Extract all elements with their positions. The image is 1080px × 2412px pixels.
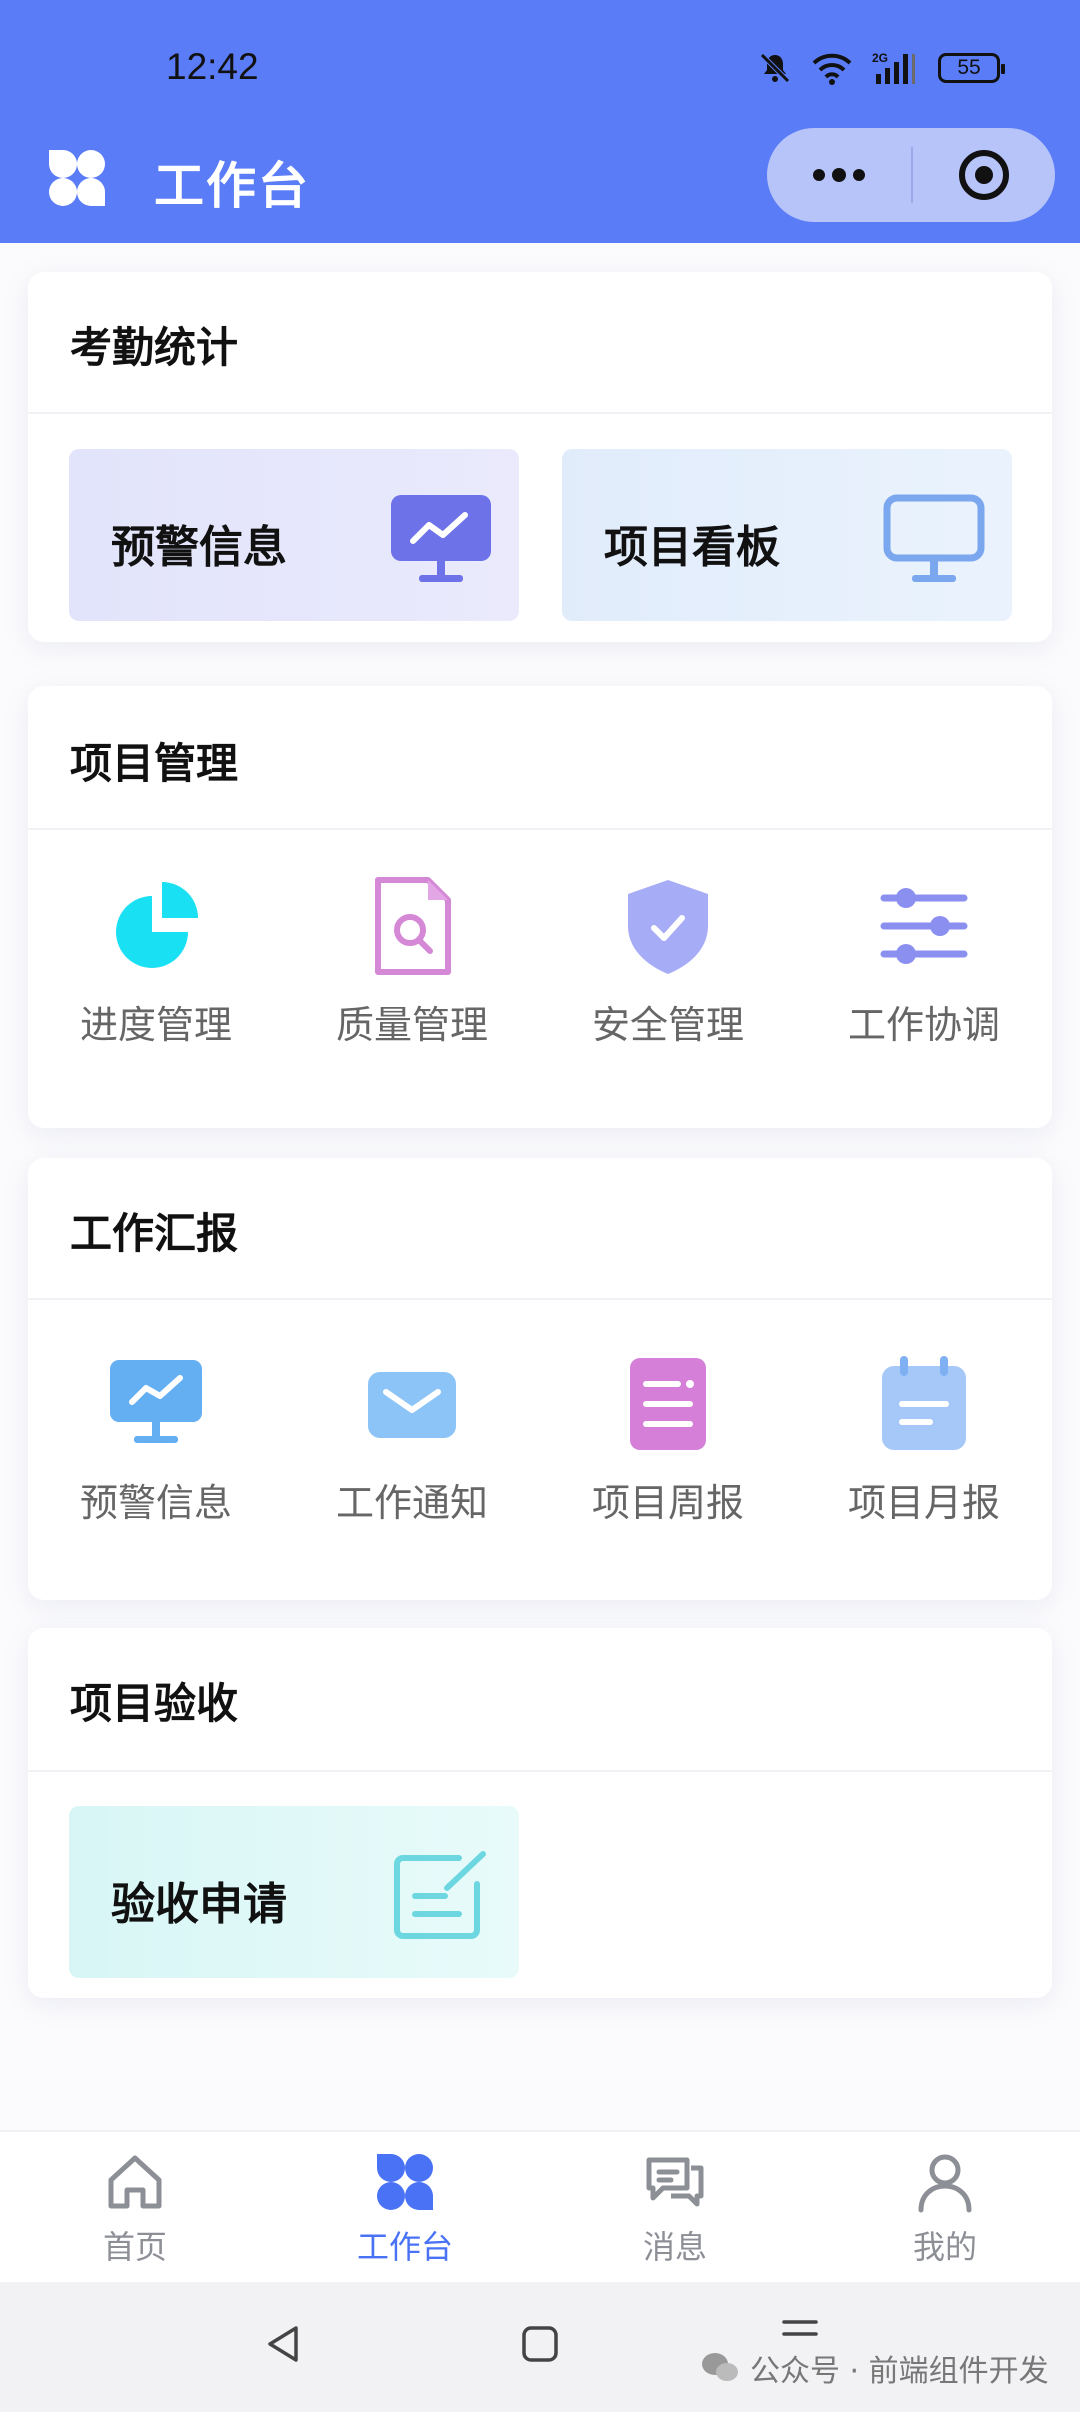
nav-home[interactable]: 首页 bbox=[35, 2150, 235, 2268]
tile-label: 预警信息 bbox=[111, 522, 287, 573]
home-square-icon[interactable] bbox=[518, 2322, 562, 2366]
section-title: 工作汇报 bbox=[70, 1209, 239, 1258]
shield-check-icon bbox=[628, 880, 708, 974]
grid-label: 项目周报 bbox=[591, 1481, 744, 1525]
monitor-icon bbox=[883, 494, 985, 582]
nav-label: 我的 bbox=[912, 2228, 977, 2266]
grid-item-weekly[interactable]: 项目周报 bbox=[540, 1354, 796, 1527]
grid-label: 工作协调 bbox=[847, 1003, 1000, 1047]
status-icons: 2G 55 bbox=[758, 46, 1005, 90]
monitor-chart-icon bbox=[110, 1360, 202, 1443]
target-circle-icon bbox=[959, 150, 1009, 200]
grid-label: 项目月报 bbox=[847, 1481, 1000, 1525]
nav-label: 工作台 bbox=[356, 2228, 453, 2266]
section-title: 项目验收 bbox=[70, 1679, 239, 1728]
close-button[interactable] bbox=[913, 128, 1055, 222]
four-petal-grid-icon bbox=[49, 150, 105, 206]
nav-profile[interactable]: 我的 bbox=[845, 2150, 1045, 2268]
nav-label: 首页 bbox=[102, 2228, 167, 2266]
more-button[interactable] bbox=[767, 128, 911, 222]
project-management-card: 项目管理 进度管理 质量管理 安全管理 工作协调 bbox=[28, 686, 1052, 1128]
grid-item-safety[interactable]: 安全管理 bbox=[540, 876, 796, 1049]
nav-workbench[interactable]: 工作台 bbox=[305, 2150, 505, 2268]
divider bbox=[28, 1770, 1052, 1772]
divider bbox=[28, 412, 1052, 414]
mute-bell-icon bbox=[760, 53, 790, 83]
tile-project-board[interactable]: 项目看板 bbox=[562, 449, 1012, 621]
more-dots-icon bbox=[813, 168, 865, 182]
pie-chart-icon bbox=[116, 882, 198, 968]
watermark: 公众号 · 前端组件开发 bbox=[700, 2346, 1049, 2390]
wechat-icon bbox=[702, 2353, 738, 2381]
grid-item-progress[interactable]: 进度管理 bbox=[28, 876, 284, 1049]
divider bbox=[28, 828, 1052, 830]
grid-item-monthly[interactable]: 项目月报 bbox=[796, 1354, 1052, 1527]
watermark-text: 公众号 · 前端组件开发 bbox=[750, 2354, 1049, 2389]
home-icon bbox=[108, 2155, 162, 2209]
grid-item-notice[interactable]: 工作通知 bbox=[284, 1354, 540, 1527]
signal-icon: 2G bbox=[872, 51, 915, 84]
envelope-icon bbox=[368, 1372, 456, 1438]
section-title: 项目管理 bbox=[70, 739, 239, 788]
nav-label: 消息 bbox=[642, 2228, 707, 2266]
wifi-icon bbox=[812, 53, 852, 85]
page-title: 工作台 bbox=[154, 157, 310, 215]
nav-messages[interactable]: 消息 bbox=[575, 2150, 775, 2268]
tile-warning-info[interactable]: 预警信息 bbox=[69, 449, 519, 621]
mini-program-capsule bbox=[767, 128, 1055, 222]
attendance-card: 考勤统计 预警信息 项目看板 bbox=[28, 272, 1052, 642]
grid-item-quality[interactable]: 质量管理 bbox=[284, 876, 540, 1049]
grid-label: 质量管理 bbox=[335, 1003, 488, 1047]
bottom-navigation: 首页 工作台 消息 我的 bbox=[0, 2130, 1080, 2282]
tile-label: 验收申请 bbox=[111, 1879, 287, 1930]
grid-label: 工作通知 bbox=[335, 1481, 488, 1525]
four-petal-grid-icon bbox=[377, 2154, 433, 2210]
status-time: 12:42 bbox=[166, 46, 259, 87]
tile-acceptance-request[interactable]: 验收申请 bbox=[69, 1806, 519, 1978]
grid-item-warning[interactable]: 预警信息 bbox=[28, 1354, 284, 1527]
sliders-icon bbox=[880, 888, 968, 964]
battery-indicator: 55 bbox=[938, 53, 1005, 83]
chat-bubbles-icon bbox=[646, 2157, 704, 2207]
calendar-icon bbox=[882, 1356, 966, 1450]
network-type: 2G bbox=[872, 51, 888, 65]
project-acceptance-card: 项目验收 验收申请 bbox=[28, 1628, 1052, 1998]
monitor-chart-icon bbox=[391, 495, 491, 582]
report-icon bbox=[630, 1358, 706, 1450]
work-report-card: 工作汇报 预警信息 工作通知 项目周报 项目月报 bbox=[28, 1158, 1052, 1600]
section-title: 考勤统计 bbox=[70, 323, 239, 372]
top-app-bar: 12:42 2G 55 工作台 bbox=[0, 0, 1080, 243]
tile-label: 项目看板 bbox=[604, 522, 780, 573]
user-icon bbox=[918, 2154, 972, 2213]
back-triangle-icon[interactable] bbox=[262, 2322, 306, 2366]
battery-level: 55 bbox=[957, 56, 981, 79]
grid-label: 安全管理 bbox=[591, 1003, 744, 1047]
grid-label: 进度管理 bbox=[79, 1003, 232, 1047]
grid-item-coordination[interactable]: 工作协调 bbox=[796, 876, 1052, 1049]
edit-note-icon bbox=[394, 1851, 486, 1939]
grid-label: 预警信息 bbox=[79, 1481, 232, 1525]
divider bbox=[28, 1298, 1052, 1300]
document-search-icon bbox=[375, 877, 451, 975]
